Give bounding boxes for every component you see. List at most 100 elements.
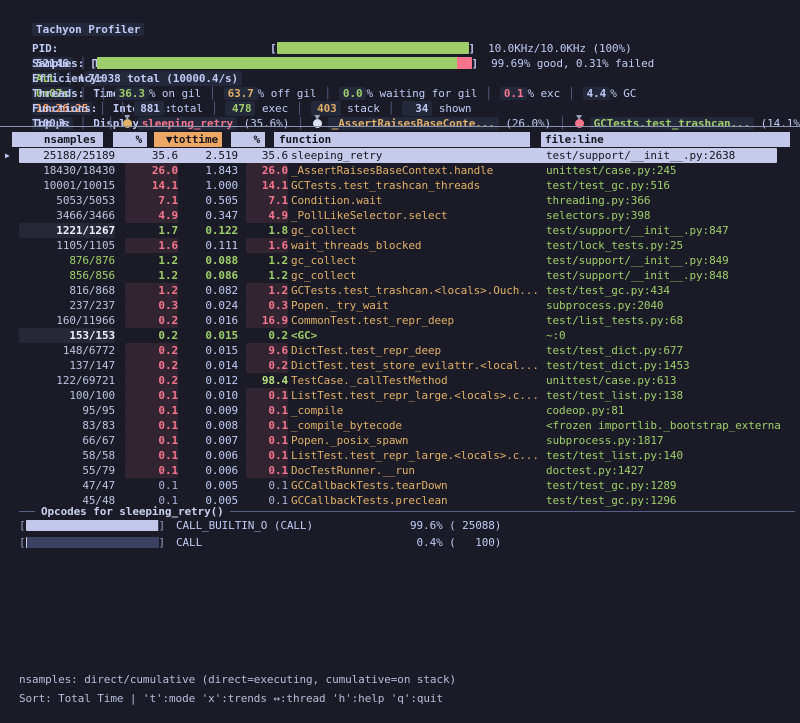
table-row[interactable]: 100/100 0.1 0.010 0.1 ListTest.test_repr…: [0, 388, 800, 403]
table-row[interactable]: 160/11966 0.2 0.016 16.9 CommonTest.test…: [0, 313, 800, 328]
direct-pct-cell: 4.9: [125, 208, 178, 223]
bar-bracket: ]: [159, 519, 166, 532]
table-row[interactable]: 95/95 0.1 0.009 0.1 _compile codeop.py:8…: [0, 403, 800, 418]
top3-percent: (14.1%): [754, 117, 800, 130]
cumulative-pct-cell: 26.0: [246, 163, 288, 178]
tottime-cell: 0.505: [184, 193, 238, 208]
direct-pct-cell: 7.1: [125, 193, 178, 208]
opcode-bar-track: [26, 520, 159, 531]
top3-item[interactable]: _AssertRaisesBaseConte... (26.0%): [289, 117, 551, 130]
file-line-cell: test/support/__init__.py:849: [546, 253, 798, 268]
tottime-cell: 1.843: [184, 163, 238, 178]
opcode-row: [] CALL_BUILTIN_O (CALL) 99.6% ( 25088): [19, 518, 779, 535]
table-row[interactable]: 856/856 1.2 0.086 1.2 gc_collect test/su…: [0, 268, 800, 283]
table-row[interactable]: 18430/18430 26.0 1.843 26.0 _AssertRaise…: [0, 163, 800, 178]
tottime-cell: 0.012: [184, 373, 238, 388]
direct-pct-cell: 0.1: [125, 418, 178, 433]
nsamples-cell: 25188/25189: [19, 148, 115, 163]
function-cell: wait_threads_blocked: [291, 238, 543, 253]
opcodes-list: [] CALL_BUILTIN_O (CALL) 99.6% ( 25088) …: [19, 518, 779, 552]
file-line-cell: unittest/case.py:613: [546, 373, 798, 388]
file-line-cell: subprocess.py:2040: [546, 298, 798, 313]
cumulative-pct-cell: 98.4: [246, 373, 288, 388]
file-line-cell: <frozen importlib._bootstrap_externa: [546, 418, 798, 433]
tottime-cell: 1.000: [184, 178, 238, 193]
file-line-cell: test/test_gc.py:434: [546, 283, 798, 298]
top3-item[interactable]: GCTests.test_trashcan... (14.1%): [551, 117, 800, 130]
table-row[interactable]: 122/69721 0.2 0.012 98.4 TestCase._callT…: [0, 373, 800, 388]
column-header-direct-pct[interactable]: %: [113, 132, 147, 147]
table-row[interactable]: 10001/10015 14.1 1.000 14.1 GCTests.test…: [0, 178, 800, 193]
table-row[interactable]: 237/237 0.3 0.024 0.3 Popen._try_wait su…: [0, 298, 800, 313]
table-row[interactable]: 1105/1105 1.6 0.111 1.6 wait_threads_blo…: [0, 238, 800, 253]
direct-pct-cell: 0.3: [125, 298, 178, 313]
column-header-file-line[interactable]: file:line: [541, 132, 790, 147]
function-cell: _AssertRaisesBaseContext.handle: [291, 163, 543, 178]
cumulative-pct-cell: 0.1: [246, 418, 288, 433]
file-line-cell: test/test_list.py:140: [546, 448, 798, 463]
table-row[interactable]: 83/83 0.1 0.008 0.1 _compile_bytecode <f…: [0, 418, 800, 433]
cumulative-pct-cell: 7.1: [246, 193, 288, 208]
table-row[interactable]: 5053/5053 7.1 0.505 7.1 Condition.wait t…: [0, 193, 800, 208]
bar-bracket: [: [19, 536, 26, 549]
top3-function-name: sleeping_retry: [138, 117, 237, 130]
opcode-name: CALL_BUILTIN_O (CALL): [176, 518, 313, 533]
efficiency-text: 99.69% good, 0.31% failed: [491, 57, 654, 70]
file-line-cell: doctest.py:1427: [546, 463, 798, 478]
table-row[interactable]: 148/6772 0.2 0.015 9.6 DictTest.test_rep…: [0, 343, 800, 358]
top3-item[interactable]: sleeping_retry (35.6%): [99, 117, 289, 130]
stat-value: 0.1: [500, 87, 528, 100]
column-header-function[interactable]: function: [274, 132, 530, 147]
file-line-cell: threading.py:366: [546, 193, 798, 208]
table-row[interactable]: 816/868 1.2 0.082 1.2 GCTests.test_trash…: [0, 283, 800, 298]
column-header-tottime-sorted[interactable]: ▼tottime: [154, 132, 222, 147]
table-row[interactable]: 876/876 1.2 0.088 1.2 gc_collect test/su…: [0, 253, 800, 268]
direct-pct-cell: 0.1: [125, 403, 178, 418]
nsamples-cell: 876/876: [19, 253, 115, 268]
nsamples-cell: 95/95: [19, 403, 115, 418]
cumulative-pct-cell: 1.2: [246, 253, 288, 268]
table-row[interactable]: 153/153 0.2 0.015 0.2 <GC> ~:0: [0, 328, 800, 343]
selected-row-arrow-icon: ▶: [5, 148, 10, 163]
table-row[interactable]: 3466/3466 4.9 0.347 4.9 _PollLikeSelecto…: [0, 208, 800, 223]
tottime-cell: 0.009: [184, 403, 238, 418]
file-line-cell: codeop.py:81: [546, 403, 798, 418]
samples-rate: 10.0KHz/10.0KHz (100%): [488, 42, 632, 55]
table-row[interactable]: ▶ 25188/25189 35.6 2.519 35.6 sleeping_r…: [0, 148, 800, 163]
cumulative-pct-cell: 0.2: [246, 358, 288, 373]
table-row[interactable]: 55/79 0.1 0.006 0.1 DocTestRunner.__run …: [0, 463, 800, 478]
tottime-cell: 2.519: [184, 148, 238, 163]
nsamples-cell: 83/83: [19, 418, 115, 433]
function-cell: _PollLikeSelector.select: [291, 208, 543, 223]
efficiency-bar-track: [97, 57, 472, 69]
nsamples-cell: 10001/10015: [19, 178, 115, 193]
tottime-cell: 0.082: [184, 283, 238, 298]
tottime-cell: 0.122: [184, 223, 238, 238]
nsamples-cell: 856/856: [19, 268, 115, 283]
table-row[interactable]: 66/67 0.1 0.007 0.1 Popen._posix_spawn s…: [0, 433, 800, 448]
tottime-cell: 0.008: [184, 418, 238, 433]
table-row[interactable]: 58/58 0.1 0.006 0.1 ListTest.test_repr_l…: [0, 448, 800, 463]
table-row[interactable]: 137/147 0.2 0.014 0.2 DictTest.test_stor…: [0, 358, 800, 373]
direct-pct-cell: 0.1: [125, 433, 178, 448]
bar-bracket: [: [19, 519, 26, 532]
samples-bar-track: [277, 42, 469, 54]
column-header-nsamples[interactable]: nsamples: [12, 132, 103, 147]
direct-pct-cell: 1.2: [125, 268, 178, 283]
file-line-cell: test/lock_tests.py:25: [546, 238, 798, 253]
table-row[interactable]: 47/47 0.1 0.005 0.1 GCCallbackTests.tear…: [0, 478, 800, 493]
file-line-cell: test/support/__init__.py:847: [546, 223, 798, 238]
tottime-cell: 0.007: [184, 433, 238, 448]
keybindings-line: Sort: Total Time | 't':mode 'x':trends ↔…: [19, 691, 443, 706]
direct-pct-cell: 1.2: [125, 283, 178, 298]
column-header-cumulative-pct[interactable]: %: [231, 132, 265, 147]
direct-pct-cell: 1.6: [125, 238, 178, 253]
opcode-stats: 99.6% ( 25088): [410, 518, 501, 533]
function-cell: GCCallbackTests.tearDown: [291, 478, 543, 493]
direct-pct-cell: 26.0: [125, 163, 178, 178]
nsamples-cell: 153/153: [19, 328, 115, 343]
table-row[interactable]: 1221/1267 1.7 0.122 1.8 gc_collect test/…: [0, 223, 800, 238]
function-cell: CommonTest.test_repr_deep: [291, 313, 543, 328]
opcodes-title: Opcodes for sleeping_retry(): [41, 504, 224, 519]
nsamples-cell: 3466/3466: [19, 208, 115, 223]
